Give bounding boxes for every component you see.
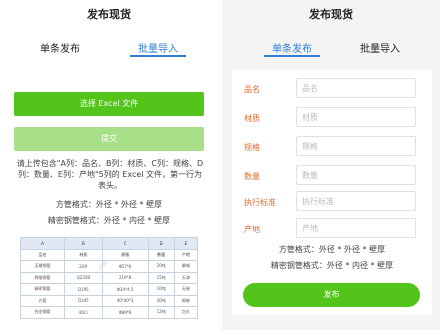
table-cell: 包头 [173, 306, 199, 319]
single-post-panel: 发布现货 单条发布 批量导入 品名 材质 规格 数量 执行标准 产地 方管格式：… [222, 0, 440, 330]
table-cell: 20吨 [147, 260, 175, 273]
table-cell: 天津 [173, 271, 199, 284]
table-cell: 焊接钢管 [19, 271, 66, 284]
select-excel-button[interactable]: 选择 Excel 文件 [14, 92, 204, 116]
table-header-cell: 材质 [64, 248, 103, 261]
field-label-material: 材质 [244, 114, 260, 123]
table-cell: Φ89*8 [101, 306, 149, 319]
table-cell: 15吨 [147, 271, 175, 284]
column-letter: A [19, 237, 66, 250]
table-row: 无缝钢管 20# Φ57*6 20吨 聊城 [19, 260, 199, 273]
publish-button[interactable]: 发布 [243, 283, 420, 307]
table-row: 精密钢管 Q195 Φ34*4.5 10吨 无锡 [19, 283, 199, 296]
table-header-cell: 产地 [173, 248, 199, 261]
table-header-cell: 规格 [101, 248, 149, 261]
tab-bar: 单条发布 批量导入 [222, 38, 440, 60]
column-letter: E [173, 237, 199, 250]
page-title: 发布现货 [87, 8, 131, 21]
table-cell: 聊城 [173, 260, 199, 273]
table-cell: Q235B [64, 271, 103, 284]
square-tube-format: 方管格式：外径 * 外径 * 壁厚 [55, 200, 163, 209]
table-cell: 10吨 [147, 283, 175, 296]
sample-excel-table: A B C D E 品名 材质 规格 数量 产地 无缝钢管 20# Φ57*6 … [19, 237, 199, 319]
field-label-quantity: 数量 [244, 172, 260, 181]
table-cell: 无锡 [173, 283, 199, 296]
name-input[interactable] [296, 78, 416, 98]
square-tube-format: 方管格式：外径 * 外径 * 壁厚 [278, 245, 386, 254]
table-header-row: 品名 材质 规格 数量 产地 [19, 248, 199, 261]
table-cell: 合金钢管 [19, 306, 66, 319]
table-cell: 40*40*3 [101, 294, 149, 307]
field-label-name: 品名 [244, 85, 260, 94]
table-row: 方管 Q345 40*40*3 30吨 邯郸 [19, 294, 199, 307]
table-cell: 无缝钢管 [19, 260, 66, 273]
table-cell: Q345 [64, 294, 103, 307]
upload-instructions: 请上传包含"A列：品名、B列：材质、C列：规格、D列：数量、E列：产地"5列的 … [16, 159, 204, 190]
bulk-import-panel: 发布现货 单条发布 批量导入 选择 Excel 文件 提交 请上传包含"A列：品… [0, 0, 218, 330]
table-cell: 40Cr [64, 306, 103, 319]
table-cell: 方管 [19, 294, 66, 307]
table-cell: Φ57*6 [101, 260, 149, 273]
table-cell: 219*8 [101, 271, 149, 284]
submit-button[interactable]: 提交 [14, 127, 204, 151]
table-cell: 精密钢管 [19, 283, 66, 296]
field-label-spec: 规格 [244, 143, 260, 152]
table-cell: 邯郸 [173, 294, 199, 307]
table-cell: 30吨 [147, 294, 175, 307]
table-header-cell: 数量 [147, 248, 175, 261]
table-cell: 12吨 [147, 306, 175, 319]
table-header-cell: 品名 [19, 248, 66, 261]
tab-single-post[interactable]: 单条发布 [252, 40, 332, 57]
tab-single-post[interactable]: 单条发布 [20, 40, 100, 55]
precision-tube-format: 精密钢管格式：外径 * 内径 * 壁厚 [270, 261, 394, 270]
table-row: 合金钢管 40Cr Φ89*8 12吨 包头 [19, 306, 199, 319]
spec-input[interactable] [296, 136, 416, 156]
post-form-card: 品名 材质 规格 数量 执行标准 产地 方管格式：外径 * 外径 * 壁厚 精密… [232, 70, 432, 315]
material-input[interactable] [296, 107, 416, 127]
standard-input[interactable] [296, 191, 416, 211]
table-cell: Q195 [64, 283, 103, 296]
table-column-letters: A B C D E [19, 237, 199, 250]
tab-bar: 单条发布 批量导入 [0, 38, 218, 60]
column-letter: C [101, 237, 149, 250]
precision-tube-format: 精密钢管格式：外径 * 内径 * 壁厚 [47, 216, 171, 225]
table-cell: Φ34*4.5 [101, 283, 149, 296]
tab-bulk-import[interactable]: 批量导入 [340, 40, 420, 55]
column-letter: B [64, 237, 103, 250]
origin-input[interactable] [296, 218, 416, 238]
field-label-standard: 执行标准 [244, 198, 276, 207]
tab-bulk-import[interactable]: 批量导入 [118, 40, 198, 57]
column-letter: D [147, 237, 175, 250]
quantity-input[interactable] [296, 165, 416, 185]
field-label-origin: 产地 [244, 225, 260, 234]
page-title: 发布现货 [309, 8, 353, 21]
table-row: 焊接钢管 Q235B 219*8 15吨 天津 [19, 271, 199, 284]
